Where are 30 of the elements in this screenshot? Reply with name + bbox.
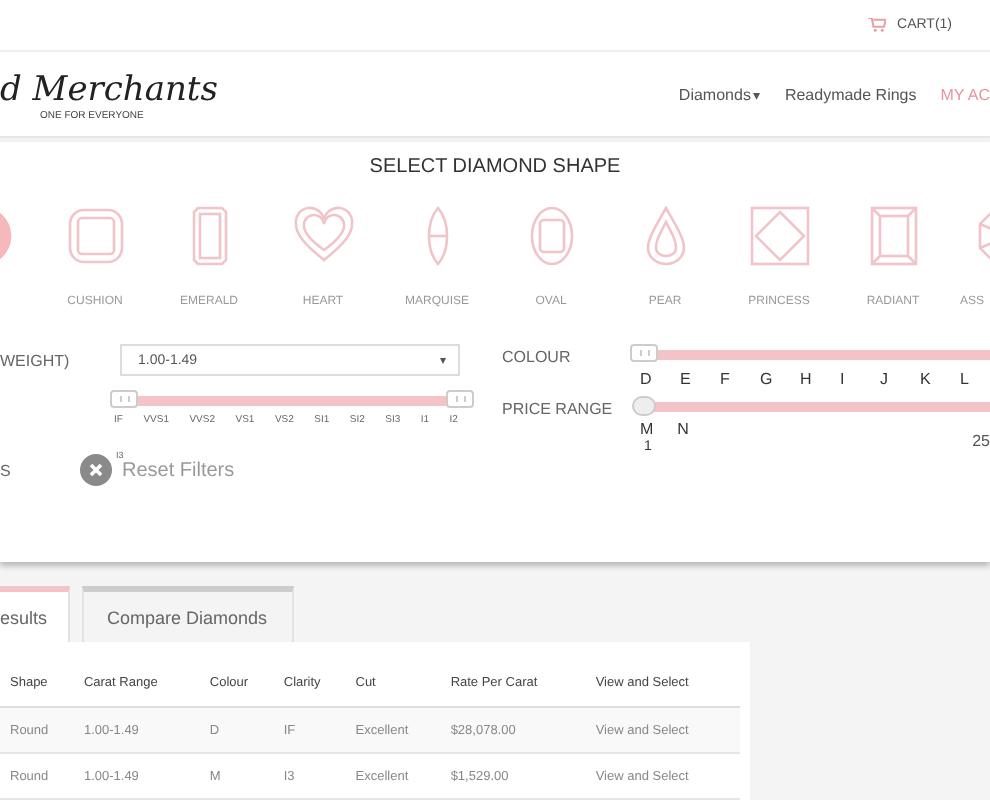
tab[interactable]: Compare Diamonds — [81, 586, 294, 642]
slider-handle[interactable] — [446, 390, 474, 408]
logo-text[interactable]: d Merchants — [0, 70, 218, 110]
filter-label: COLOUR — [502, 346, 573, 370]
panel-title: SELECT DIAMOND SHAPE — [367, 154, 623, 178]
filter-label: PRICE RANGE — [502, 398, 615, 422]
heart-icon[interactable] — [293, 206, 353, 266]
gem-shape-icon[interactable] — [749, 206, 809, 266]
gem-shape-icon[interactable] — [65, 206, 125, 266]
filter-label: WEIGHT) — [0, 351, 72, 369]
colour-tick-label: L — [960, 370, 971, 392]
colour-tick-label: G — [760, 370, 775, 392]
colour-tick-label: I — [840, 370, 847, 392]
colour-tick-label: K — [920, 370, 933, 392]
nav-link[interactable]: Readymade Rings — [784, 85, 917, 103]
slider-handle[interactable] — [110, 390, 138, 408]
colour-tick-label: M — [640, 420, 654, 438]
price-max-label: 25 — [972, 432, 990, 450]
filter-label: S — [0, 461, 13, 479]
slider-handle[interactable] — [632, 396, 656, 416]
colour-tick-label: F — [720, 370, 732, 392]
colour-tick-label: N — [677, 420, 689, 438]
colour-tick-label: E — [680, 370, 693, 392]
slider-handle[interactable] — [630, 344, 658, 362]
colour-tick-label: J — [880, 370, 890, 392]
cart-icon[interactable] — [867, 18, 886, 32]
tab[interactable]: esults — [0, 586, 70, 642]
colour-tick-label: D — [640, 370, 654, 392]
close-icon[interactable] — [80, 454, 112, 486]
colour-tick-label: H — [800, 370, 814, 392]
